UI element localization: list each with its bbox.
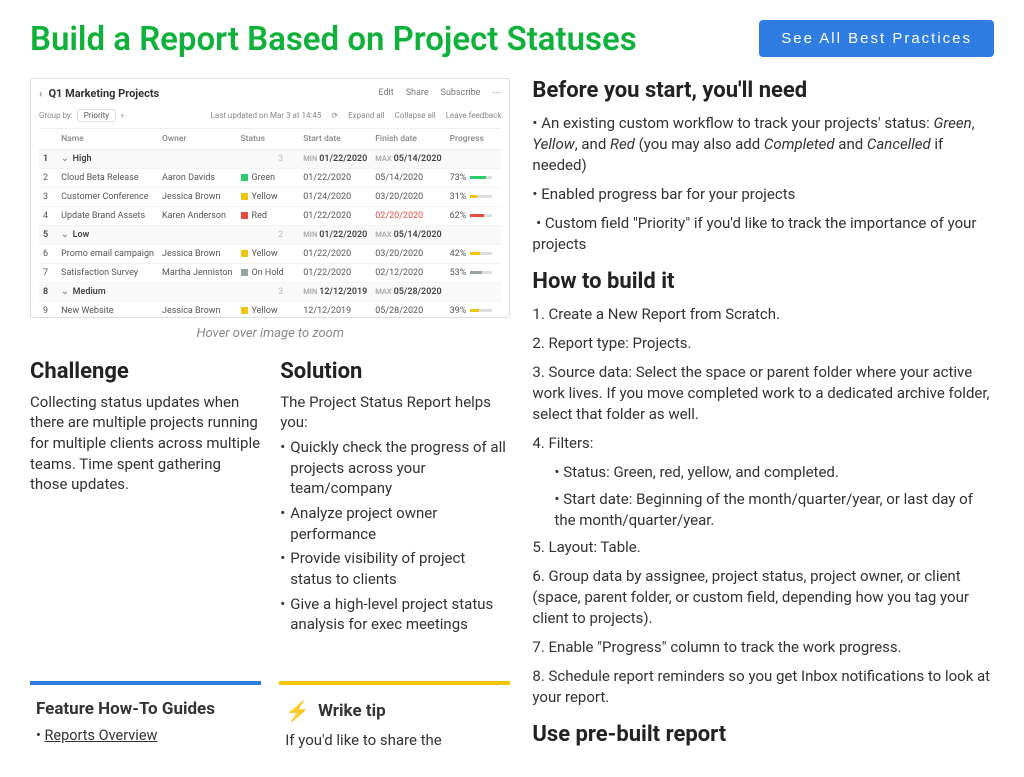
before-you-start-heading: Before you start, you'll need xyxy=(532,78,994,103)
step-4: 4. Filters: xyxy=(532,433,994,454)
before-line3: • Custom field "Priority" if you'd like … xyxy=(532,213,994,255)
reports-overview-link[interactable]: Reports Overview xyxy=(45,727,158,744)
report-table: Name Owner Status Start date Finish date… xyxy=(39,129,501,318)
report-screenshot[interactable]: ‹ Q1 Marketing Projects Edit Share Subsc… xyxy=(30,78,510,318)
step-3: 3. Source data: Select the space or pare… xyxy=(532,362,994,425)
ss-feedback: Leave feedback xyxy=(446,111,502,120)
solution-bullet: •Provide visibility of project status to… xyxy=(280,548,510,589)
howto-guides-card: Feature How-To Guides • Reports Overview xyxy=(30,681,261,749)
groupby-value: Priority xyxy=(77,109,116,122)
solution-bullet: •Analyze project owner performance xyxy=(280,503,510,544)
step-5: 5. Layout: Table. xyxy=(532,537,994,558)
ss-action-edit: Edit xyxy=(378,88,393,98)
use-prebuilt-heading: Use pre-built report xyxy=(532,722,994,747)
challenge-text: Collecting status updates when there are… xyxy=(30,392,260,495)
more-icon: ⋯ xyxy=(492,88,501,98)
solution-bullet: •Quickly check the progress of all proje… xyxy=(280,437,510,499)
howto-guides-heading: Feature How-To Guides xyxy=(36,699,255,719)
solution-bullet: •Give a high-level project status analys… xyxy=(280,594,510,635)
wrike-tip-card: ⚡ Wrike tip If you'd like to share the xyxy=(279,681,510,749)
step-6: 6. Group data by assignee, project statu… xyxy=(532,566,994,629)
zoom-caption: Hover over image to zoom xyxy=(30,326,510,341)
before-line2: • Enabled progress bar for your projects xyxy=(532,184,994,205)
screenshot-title: Q1 Marketing Projects xyxy=(48,87,159,100)
challenge-heading: Challenge xyxy=(30,359,260,384)
last-updated: Last updated on Mar 3 at 14:45 xyxy=(211,111,322,120)
ss-expand: Expand all xyxy=(348,111,385,120)
plus-icon: + xyxy=(120,111,125,120)
step-1: 1. Create a New Report from Scratch. xyxy=(532,304,994,325)
substep-status: • Status: Green, red, yellow, and comple… xyxy=(554,462,994,483)
solution-intro: The Project Status Report helps you: xyxy=(280,392,510,433)
bolt-icon: ⚡ xyxy=(285,699,310,723)
see-all-best-practices-button[interactable]: See All Best Practices xyxy=(759,20,994,57)
chevron-left-icon: ‹ xyxy=(39,87,42,100)
wrike-tip-text: If you'd like to share the xyxy=(285,731,504,749)
wrike-tip-heading: Wrike tip xyxy=(318,701,386,721)
solution-heading: Solution xyxy=(280,359,510,384)
refresh-icon: ⟳ xyxy=(331,111,338,120)
ss-action-share: Share xyxy=(406,88,429,98)
substep-startdate: • Start date: Beginning of the month/qua… xyxy=(554,489,994,531)
how-to-build-heading: How to build it xyxy=(532,269,994,294)
page-title: Build a Report Based on Project Statuses xyxy=(30,20,637,60)
step-7: 7. Enable "Progress" column to track the… xyxy=(532,637,994,658)
ss-action-subscribe: Subscribe xyxy=(441,88,481,98)
ss-collapse: Collapse all xyxy=(395,111,436,120)
before-line1: • An existing custom workflow to track y… xyxy=(532,113,994,176)
step-2: 2. Report type: Projects. xyxy=(532,333,994,354)
groupby-label: Group by: xyxy=(39,111,73,120)
